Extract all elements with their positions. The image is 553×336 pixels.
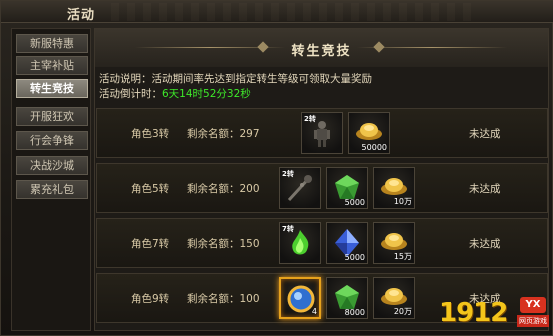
title-bar: 活动 <box>1 1 553 23</box>
watermark-number: 1912 <box>439 298 508 328</box>
tab-new-server-deal[interactable]: 新服特惠 <box>16 34 88 53</box>
reward-slot[interactable]: 15万 <box>373 222 415 264</box>
slot-tag: 2转 <box>282 170 294 178</box>
site-watermark: 1912 YX 网页游戏 <box>439 296 551 334</box>
slot-tag: 7转 <box>282 225 294 233</box>
tab-recharge-pack[interactable]: 累充礼包 <box>16 180 88 199</box>
tab-opening-carnival[interactable]: 开服狂欢 <box>16 107 88 126</box>
main-panel: 转生竞技 活动说明：活动期间率先达到指定转生等级可领取大量奖励 活动倒计时：6天… <box>94 28 549 331</box>
reward-slot[interactable]: 4 <box>279 277 321 319</box>
green-gem-icon <box>335 175 359 199</box>
slot-tag: 2转 <box>304 115 316 123</box>
activity-description: 活动说明：活动期间率先达到指定转生等级可领取大量奖励 <box>99 73 372 85</box>
countdown-value: 6天14时52分32秒 <box>162 88 251 100</box>
slot-qty: 50000 <box>361 143 387 152</box>
reward-slot[interactable]: 10万 <box>373 167 415 209</box>
row-status: 未达成 <box>469 183 501 195</box>
row-quota: 剩余名额：150 <box>187 238 260 250</box>
tab-rebirth-race[interactable]: 转生竞技 <box>16 79 88 98</box>
slot-qty: 8000 <box>344 308 365 317</box>
slot-qty: 15万 <box>393 252 412 261</box>
row-role: 角色7转 <box>131 238 170 250</box>
reward-slot[interactable]: 2转 <box>301 112 343 154</box>
reward-slot[interactable]: 20万 <box>373 277 415 319</box>
row-quota: 剩余名额：100 <box>187 293 260 305</box>
slot-qty: 10万 <box>393 197 412 206</box>
sidebar: 新服特惠 主宰补贴 转生竞技 开服狂欢 行会争锋 决战沙城 累充礼包 <box>11 28 91 331</box>
activity-countdown: 活动倒计时：6天14时52分32秒 <box>99 86 251 101</box>
row-status: 未达成 <box>469 128 501 140</box>
reward-row: 角色7转 剩余名额：150 7转 5000 15万 未达成 <box>96 218 548 268</box>
reward-slot[interactable]: 7转 <box>279 222 321 264</box>
activity-window: 活动 新服特惠 主宰补贴 转生竞技 开服狂欢 行会争锋 决战沙城 累充礼包 转生… <box>0 0 553 336</box>
reward-row: 角色3转 剩余名额：297 2转 50000 未达成 <box>96 108 548 158</box>
panel-banner: 转生竞技 <box>95 29 548 67</box>
gold-ingot-icon <box>356 123 382 140</box>
watermark-badge: YX <box>520 297 546 313</box>
tab-master-subsidy[interactable]: 主宰补贴 <box>16 56 88 75</box>
row-quota: 剩余名额：200 <box>187 183 260 195</box>
reward-slot[interactable]: 5000 <box>326 167 368 209</box>
row-role: 角色3转 <box>131 128 170 140</box>
slot-qty: 4 <box>311 307 317 316</box>
gold-ingot-icon <box>381 178 407 195</box>
slot-qty: 5000 <box>344 253 365 262</box>
reward-slot[interactable]: 50000 <box>348 112 390 154</box>
window-title: 活动 <box>67 8 96 23</box>
reward-slot[interactable]: 2转 <box>279 167 321 209</box>
gold-ingot-icon <box>381 288 407 305</box>
green-gem-icon <box>335 285 359 309</box>
reward-slot[interactable]: 5000 <box>326 222 368 264</box>
slot-qty: 5000 <box>344 198 365 207</box>
reward-slot[interactable]: 8000 <box>326 277 368 319</box>
tab-guild-contest[interactable]: 行会争锋 <box>16 131 88 150</box>
watermark-subtitle: 网页游戏 <box>517 315 549 327</box>
reward-row: 角色5转 剩余名额：200 2转 5000 10万 未达成 <box>96 163 548 213</box>
row-quota: 剩余名额：297 <box>187 128 260 140</box>
title-ornament <box>111 3 471 21</box>
row-role: 角色9转 <box>131 293 170 305</box>
row-status: 未达成 <box>469 238 501 250</box>
panel-heading: 转生竞技 <box>291 44 352 59</box>
countdown-label: 活动倒计时： <box>99 88 162 100</box>
slot-qty: 20万 <box>393 307 412 316</box>
tab-sand-city-battle[interactable]: 决战沙城 <box>16 156 88 175</box>
row-role: 角色5转 <box>131 183 170 195</box>
gold-ingot-icon <box>381 233 407 250</box>
